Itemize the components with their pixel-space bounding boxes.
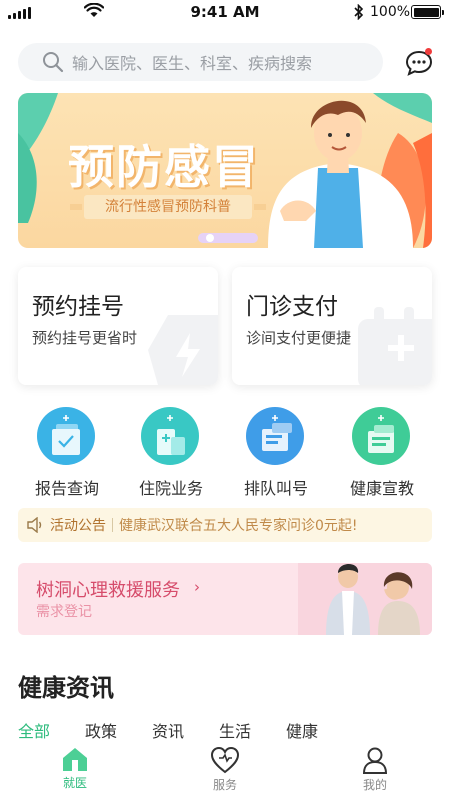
home-icon: [63, 748, 87, 771]
card-subtitle: 预约挂号更省时: [32, 329, 138, 347]
calendar-plus-icon: [358, 307, 432, 385]
service-inpatient[interactable]: 住院业务: [121, 405, 221, 500]
education-icon: [352, 407, 410, 465]
service-label: 排队叫号: [243, 479, 308, 498]
announcement-text: 健康武汉联合五大人民专家问诊0元起!: [119, 518, 358, 534]
unread-dot: [425, 48, 432, 55]
service-grid: 报告查询 住院业务 排队叫号 健康宣教: [0, 405, 450, 500]
service-report-query[interactable]: 报告查询: [17, 405, 117, 500]
user-icon: [362, 747, 388, 774]
announcement-label: 活动公告: [50, 518, 106, 534]
service-education[interactable]: 健康宣教: [332, 405, 432, 500]
psychological-aid-banner[interactable]: 树洞心理救援服务 › 需求登记: [18, 563, 432, 635]
chevron-right-icon: ›: [194, 578, 200, 596]
report-icon: [37, 407, 95, 465]
promo-banner[interactable]: 预防感冒 流行性感冒预防科普: [18, 93, 432, 248]
card-title: 门诊支付: [246, 294, 338, 320]
tab-all[interactable]: 全部: [18, 718, 50, 742]
card-subtitle: 诊间支付更便捷: [246, 329, 352, 347]
status-bar: 9:41 AM 100%: [0, 0, 450, 26]
tab-life[interactable]: 生活: [219, 718, 251, 742]
search-placeholder: 输入医院、医生、科室、疾病搜索: [72, 54, 313, 73]
outpatient-payment-card[interactable]: 门诊支付 诊间支付更便捷: [232, 267, 432, 385]
card-title: 预约挂号: [32, 294, 124, 320]
service-label: 住院业务: [138, 479, 203, 498]
battery-icon: [411, 5, 444, 19]
service-queue[interactable]: 排队叫号: [226, 405, 326, 500]
nav-label: 就医: [62, 776, 87, 790]
bluetooth-icon: [354, 4, 364, 20]
nav-mine[interactable]: 我的: [340, 746, 410, 800]
tab-info[interactable]: 资讯: [152, 718, 184, 742]
nav-medical[interactable]: 就医: [40, 746, 110, 800]
psych-aid-title: 树洞心理救援服务: [36, 580, 180, 601]
divider: [112, 518, 113, 532]
hospital-icon: [141, 407, 199, 465]
speaker-icon: [27, 517, 42, 533]
search-icon: [43, 52, 64, 73]
service-label: 报告查询: [34, 479, 99, 498]
nav-label: 我的: [362, 778, 387, 792]
tab-health[interactable]: 健康: [286, 718, 318, 742]
service-label: 健康宣教: [349, 479, 414, 498]
bottom-nav: 就医 服务 我的: [0, 742, 450, 800]
heart-icon: [210, 746, 240, 774]
banner-subtitle: 流行性感冒预防科普: [70, 195, 266, 219]
banner-title: 预防感冒: [68, 140, 260, 194]
appointment-card[interactable]: 预约挂号 预约挂号更省时: [18, 267, 218, 385]
psych-aid-subtitle: 需求登记: [36, 604, 92, 620]
battery-percentage: 100%: [370, 4, 411, 20]
nav-label: 服务: [212, 778, 237, 792]
lightning-icon: [148, 315, 218, 385]
counseling-illustration: [298, 563, 432, 635]
health-news-heading: 健康资讯: [18, 674, 114, 702]
queue-icon: [246, 407, 304, 465]
tab-policy[interactable]: 政策: [85, 718, 117, 742]
search-bar[interactable]: 输入医院、医生、科室、疾病搜索: [18, 43, 383, 81]
nav-services[interactable]: 服务: [190, 746, 260, 800]
announcement-bar[interactable]: 活动公告 健康武汉联合五大人民专家问诊0元起!: [18, 508, 432, 542]
